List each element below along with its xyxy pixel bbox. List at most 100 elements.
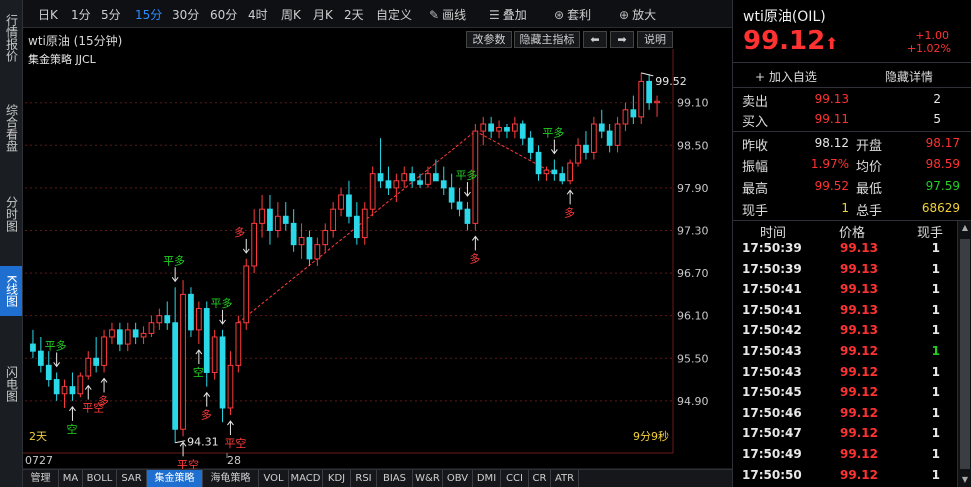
scroll-up-icon[interactable]: ▲ [958, 221, 971, 235]
x-tick-label: 28 [227, 454, 241, 467]
indicator-tab[interactable]: BIAS [377, 470, 413, 487]
buy-volume: 5 [933, 112, 941, 126]
indicator-tab[interactable]: RSI [351, 470, 377, 487]
candle-body [259, 208, 265, 224]
candle-body [116, 329, 123, 345]
candle-body [211, 336, 218, 373]
sell-label: 卖出 [742, 95, 769, 110]
indicator-tab[interactable]: VOL [259, 470, 289, 487]
indicator-tab[interactable]: MACD [289, 470, 323, 487]
period-custom[interactable]: 自定义 [376, 6, 412, 23]
indicator-tab[interactable]: W&R [413, 470, 443, 487]
candle-body [590, 123, 597, 153]
candle-body [282, 215, 289, 224]
prev-close-label: 昨收 [742, 139, 769, 154]
period-label: 2天 [29, 430, 47, 443]
candle-body [369, 173, 376, 210]
candle-body [567, 162, 574, 182]
trade-price: 99.13 [840, 282, 878, 297]
period-5min[interactable]: 5分 [101, 6, 121, 23]
period-60min[interactable]: 60分 [210, 6, 237, 23]
indicator-tab[interactable]: SAR [117, 470, 147, 487]
candle-body [456, 201, 463, 210]
trade-price: 99.13 [840, 323, 878, 338]
indicator-tab[interactable]: CR [529, 470, 551, 487]
trade-time: 17:50:46 [742, 405, 802, 420]
indicator-tab[interactable]: OBV [443, 470, 473, 487]
trade-price: 99.13 [840, 302, 878, 317]
draw-line-button[interactable]: ✎ 画线 [429, 6, 466, 23]
scroll-down-icon[interactable]: ▼ [958, 473, 971, 487]
candle-body [630, 109, 637, 118]
hide-detail-button[interactable]: 隐藏详情 [885, 68, 933, 85]
nav-quotes[interactable]: 行情报价 [0, 6, 22, 70]
trade-time: 17:50:41 [742, 302, 802, 317]
signal-label: 多 [201, 408, 212, 422]
nav-timeshare[interactable]: 分时图 [0, 190, 22, 238]
candle-body [543, 169, 550, 175]
trade-price: 99.12 [840, 385, 878, 400]
hide-main-indicator-button[interactable]: 隐藏主指标 [514, 31, 580, 48]
add-watchlist-button[interactable]: + 加入自选 [755, 68, 817, 85]
candle-body [172, 322, 179, 430]
indicator-tab[interactable]: KDJ [323, 470, 351, 487]
next-arrow-button[interactable]: ➡ [610, 31, 634, 48]
period-15min[interactable]: 15分 [135, 6, 162, 23]
indicator-tab[interactable]: BOLL [83, 470, 117, 487]
candle-body [654, 100, 660, 104]
period-4h[interactable]: 4时 [248, 6, 268, 23]
nav-kline[interactable]: K线图 [0, 266, 22, 316]
trade-price: 99.12 [840, 467, 878, 482]
instrument-title: wti原油(OIL) [743, 9, 826, 25]
candle-body [432, 173, 439, 182]
high-value: 99.52 [814, 179, 849, 193]
open-value: 98.17 [925, 136, 960, 150]
indicator-tab[interactable]: DMI [473, 470, 501, 487]
trade-price: 99.12 [840, 405, 878, 420]
candle-body [195, 308, 202, 331]
period-30min[interactable]: 30分 [172, 6, 199, 23]
trade-volume: 1 [931, 405, 940, 420]
trades-scrollbar[interactable]: ▲ ▼ [957, 221, 971, 487]
indicator-tab[interactable]: 管理 [23, 470, 59, 487]
pencil-icon: ✎ [429, 8, 440, 22]
price-change-pct: +1.02% [906, 42, 951, 55]
indicator-tab[interactable]: 海龟策略 [203, 470, 259, 487]
indicator-tab[interactable]: CCI [501, 470, 529, 487]
candle-body [338, 194, 344, 210]
period-day[interactable]: 日K [38, 6, 58, 23]
edit-params-button[interactable]: 改参数 [466, 31, 512, 48]
period-week[interactable]: 周K [281, 6, 301, 23]
signal-label: 空 [66, 422, 77, 436]
overlay-button[interactable]: ☰ 叠加 [489, 6, 527, 23]
indicator-tab[interactable]: MA [59, 470, 83, 487]
help-button[interactable]: 说明 [637, 31, 673, 48]
indicator-tab[interactable]: 集金策略 [147, 470, 203, 487]
trade-time: 17:50:43 [742, 344, 802, 358]
zoom-label: 放大 [632, 8, 657, 22]
divider [733, 62, 971, 63]
prev-arrow-button[interactable]: ⬅ [583, 31, 607, 48]
candle-body [101, 336, 107, 366]
candle-body [551, 169, 558, 175]
arbitrage-button[interactable]: ⊛ 套利 [554, 6, 591, 23]
signal-label: 多 [564, 205, 575, 219]
y-tick-label: 94.90 [677, 395, 709, 408]
high-annotation: 99.52 [655, 75, 687, 88]
trade-time: 17:50:45 [742, 385, 802, 400]
candle-body [93, 357, 100, 366]
zoom-button[interactable]: ⊕ 放大 [619, 6, 656, 23]
period-2day[interactable]: 2天 [344, 6, 364, 23]
kline-chart[interactable]: 94.90 95.50 96.10 96.70 97.30 97.90 98.50 99.10… [23, 49, 732, 469]
candle-body [124, 329, 131, 345]
nav-overview[interactable]: 综合看盘 [0, 96, 22, 160]
indicator-tab[interactable]: ATR [551, 470, 579, 487]
low-label: 最低 [856, 182, 883, 197]
col-price: 价格 [839, 226, 866, 241]
period-month[interactable]: 月K [313, 6, 333, 23]
nav-flash[interactable]: 闪电图 [0, 360, 22, 408]
scroll-thumb[interactable] [960, 239, 970, 469]
arbitrage-icon: ⊛ [554, 8, 565, 22]
period-1min[interactable]: 1分 [71, 6, 91, 23]
candle-body [346, 194, 352, 217]
